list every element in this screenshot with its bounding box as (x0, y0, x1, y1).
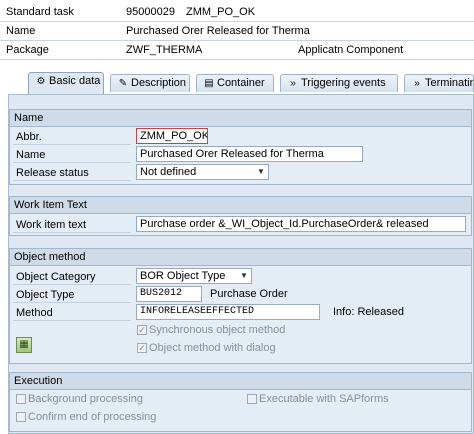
pencil-icon: ✎ (118, 78, 128, 89)
standard-task-abbr: ZMM_PO_OK (186, 6, 256, 18)
sapforms-checkbox[interactable] (247, 394, 257, 404)
synchronous-checkbox[interactable]: ✓ (137, 325, 147, 335)
chevron-down-icon: ▼ (240, 271, 248, 280)
release-status-select[interactable]: Not defined ▼ (136, 164, 269, 180)
tab-label: Container (217, 77, 265, 89)
header-divider (0, 40, 474, 41)
group-title: Name (10, 110, 471, 127)
header-standard-task-row: Standard task 95000029 ZMM_PO_OK (0, 4, 474, 22)
dialog-label: Object method with dialog (149, 342, 276, 354)
tab-label: Terminating (425, 77, 473, 89)
work-item-text-group: Work Item Text Work item text Purchase o… (9, 196, 472, 236)
execution-group: Execution Background processing Executab… (9, 372, 472, 432)
dialog-checkbox[interactable]: ✓ (137, 343, 147, 353)
method-builder-icon[interactable]: ▦ (16, 337, 32, 353)
release-status-label: Release status (13, 165, 131, 181)
tab-triggering-events[interactable]: » Triggering events (280, 74, 398, 92)
abbr-label: Abbr. (13, 129, 131, 145)
confirm-end-checkbox[interactable] (16, 412, 26, 422)
object-type-field[interactable]: BUS2012 (136, 286, 202, 302)
work-item-text-field[interactable]: Purchase order &_WI_Object_Id.PurchaseOr… (136, 216, 466, 232)
name-group: Name Abbr. ZMM_PO_OK Name Purchased Orer… (9, 109, 472, 185)
group-title: Work Item Text (10, 197, 471, 214)
package-label: Package (6, 44, 49, 56)
tab-description[interactable]: ✎ Description (110, 74, 190, 92)
object-category-value: BOR Object Type (140, 270, 226, 282)
background-processing-checkbox[interactable] (16, 394, 26, 404)
object-category-label: Object Category (13, 269, 131, 285)
header-divider (0, 21, 474, 22)
app-component-label: Applicatn Component (298, 44, 404, 56)
tab-label: Triggering events (301, 77, 386, 89)
name-label: Name (13, 147, 131, 163)
header-name-row: Name Purchased Orer Released for Therma (0, 23, 474, 41)
wrench-icon: ⚙ (36, 76, 46, 87)
method-field[interactable]: INFORELEASEEFFECTED (136, 304, 320, 320)
object-type-description: Purchase Order (210, 288, 288, 300)
header-name-value: Purchased Orer Released for Therma (126, 25, 310, 37)
tab-container[interactable]: ▤ Container (196, 74, 274, 92)
header-divider (0, 59, 474, 60)
event-icon: » (290, 78, 296, 89)
abbr-field[interactable]: ZMM_PO_OK (136, 128, 208, 144)
confirm-end-label: Confirm end of processing (28, 411, 157, 423)
object-category-select[interactable]: BOR Object Type ▼ (136, 268, 252, 284)
standard-task-label: Standard task (6, 6, 74, 18)
sapforms-label: Executable with SAPforms (259, 393, 389, 405)
method-info: Info: Released (333, 306, 404, 318)
object-type-label: Object Type (13, 287, 131, 303)
header-package-row: Package ZWF_THERMA Applicatn Component (0, 42, 474, 60)
group-title: Execution (10, 373, 471, 390)
work-item-text-label: Work item text (13, 217, 131, 233)
event-icon: » (414, 78, 420, 89)
group-title: Object method (10, 249, 471, 266)
tab-label: Basic data (49, 75, 101, 87)
tab-terminating[interactable]: » Terminating (404, 74, 474, 92)
release-status-value: Not defined (140, 166, 197, 178)
chevron-down-icon: ▼ (257, 167, 265, 176)
standard-task-id: 95000029 (126, 6, 175, 18)
header-name-label: Name (6, 25, 36, 37)
name-field[interactable]: Purchased Orer Released for Therma (136, 146, 363, 162)
background-processing-label: Background processing (28, 393, 143, 405)
object-method-group: Object method Object Category BOR Object… (9, 248, 472, 364)
tab-basic-data[interactable]: ⚙ Basic data (28, 72, 104, 94)
container-icon: ▤ (204, 78, 214, 89)
synchronous-label: Synchronous object method (149, 324, 286, 336)
tab-label: Description (131, 77, 187, 89)
tab-strip: ⚙ Basic data ✎ Description ▤ Container » Tri… (0, 72, 474, 94)
package-value: ZWF_THERMA (126, 44, 203, 56)
method-label: Method (13, 305, 131, 321)
